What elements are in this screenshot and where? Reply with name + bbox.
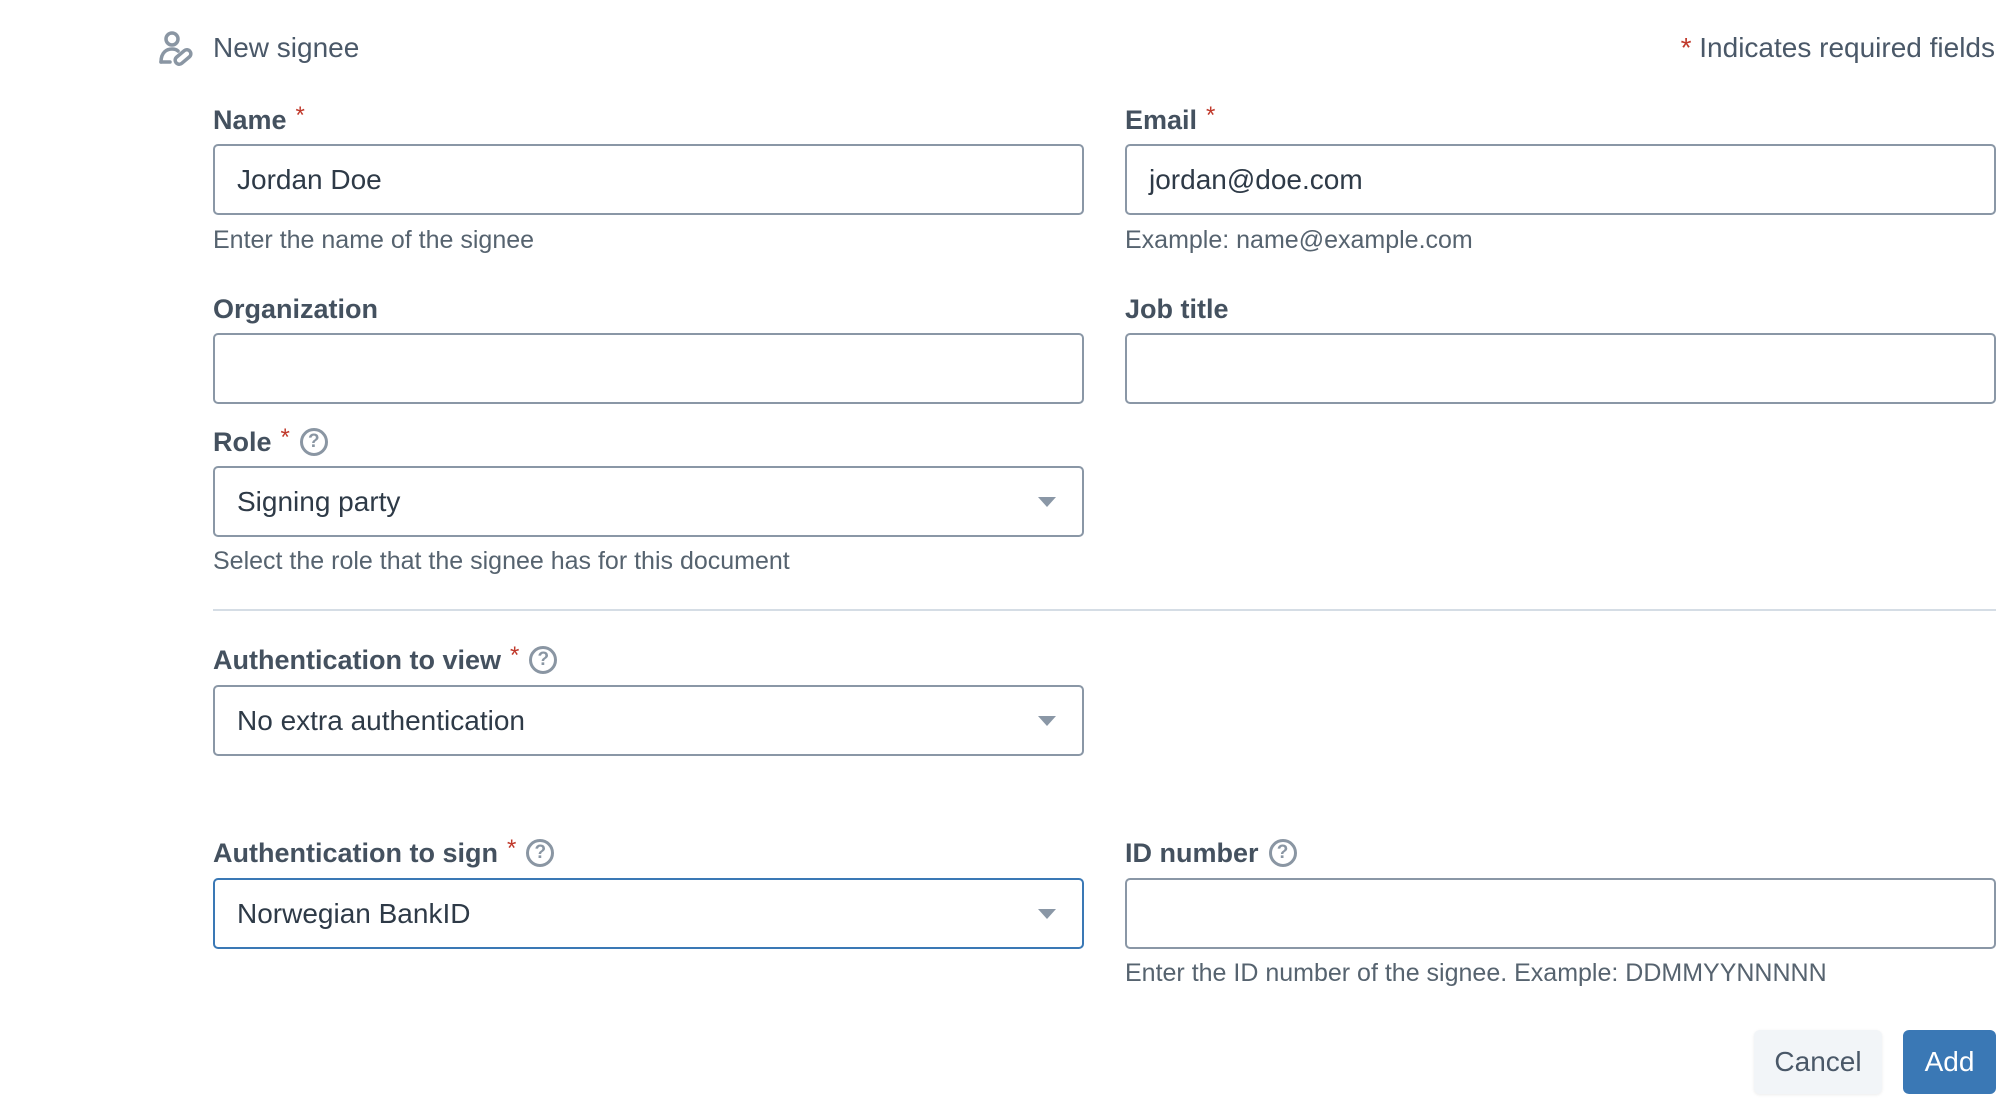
user-edit-icon (158, 30, 194, 66)
role-select[interactable]: Signing party (213, 466, 1084, 537)
role-selected-value: Signing party (237, 485, 401, 517)
help-icon[interactable]: ? (1268, 839, 1297, 867)
auth-view-label-text: Authentication to view (213, 645, 502, 675)
auth-view-select[interactable]: No extra authentication (213, 685, 1084, 756)
name-input-value: Jordan Doe (237, 163, 382, 195)
email-input[interactable]: jordan@doe.com (1125, 144, 1996, 215)
required-star: * (1206, 102, 1216, 129)
required-star: * (295, 102, 305, 129)
add-button[interactable]: Add (1903, 1030, 1996, 1094)
form-title: New signee (213, 32, 360, 63)
cancel-button[interactable]: Cancel (1754, 1030, 1882, 1094)
email-label-text: Email (1125, 105, 1198, 135)
role-label-text: Role (213, 427, 272, 457)
required-note-text: Indicates required fields (1699, 32, 1995, 63)
section-divider (213, 609, 1996, 611)
chevron-down-icon (1038, 908, 1056, 919)
help-icon[interactable]: ? (529, 646, 558, 674)
help-icon[interactable]: ? (299, 428, 328, 456)
chevron-down-icon (1038, 715, 1056, 726)
required-star: * (506, 835, 517, 862)
email-input-value: jordan@doe.com (1149, 163, 1363, 195)
id-number-label: ID number ? (1125, 836, 1996, 870)
organization-label: Organization (213, 292, 1084, 326)
auth-sign-label-text: Authentication to sign (213, 838, 498, 868)
chevron-down-icon (1038, 496, 1056, 507)
name-label-text: Name (213, 105, 287, 135)
required-star: * (1680, 32, 1692, 63)
job-title-label: Job title (1125, 292, 1996, 326)
auth-sign-selected-value: Norwegian BankID (237, 897, 471, 929)
email-label: Email * (1125, 102, 1996, 137)
email-helper: Example: name@example.com (1125, 226, 1473, 254)
id-number-helper: Enter the ID number of the signee. Examp… (1125, 959, 1827, 987)
auth-sign-label: Authentication to sign * ? (213, 835, 1084, 870)
required-star: * (510, 642, 520, 669)
help-icon[interactable]: ? (526, 839, 555, 867)
role-label: Role * ? (213, 424, 1084, 459)
organization-label-text: Organization (213, 294, 379, 324)
required-star: * (280, 424, 290, 451)
auth-view-label: Authentication to view * ? (213, 642, 1084, 677)
required-fields-note: * Indicates required fields (1681, 30, 1995, 66)
name-label: Name * (213, 102, 1084, 137)
auth-sign-select[interactable]: Norwegian BankID (213, 878, 1084, 949)
id-number-label-text: ID number (1125, 838, 1259, 868)
id-number-input[interactable] (1125, 878, 1996, 949)
job-title-input[interactable] (1125, 333, 1996, 404)
role-helper: Select the role that the signee has for … (213, 547, 790, 575)
job-title-label-text: Job title (1125, 294, 1229, 324)
name-helper: Enter the name of the signee (213, 226, 535, 254)
name-input[interactable]: Jordan Doe (213, 144, 1084, 215)
auth-view-selected-value: No extra authentication (237, 704, 525, 736)
organization-input[interactable] (213, 333, 1084, 404)
